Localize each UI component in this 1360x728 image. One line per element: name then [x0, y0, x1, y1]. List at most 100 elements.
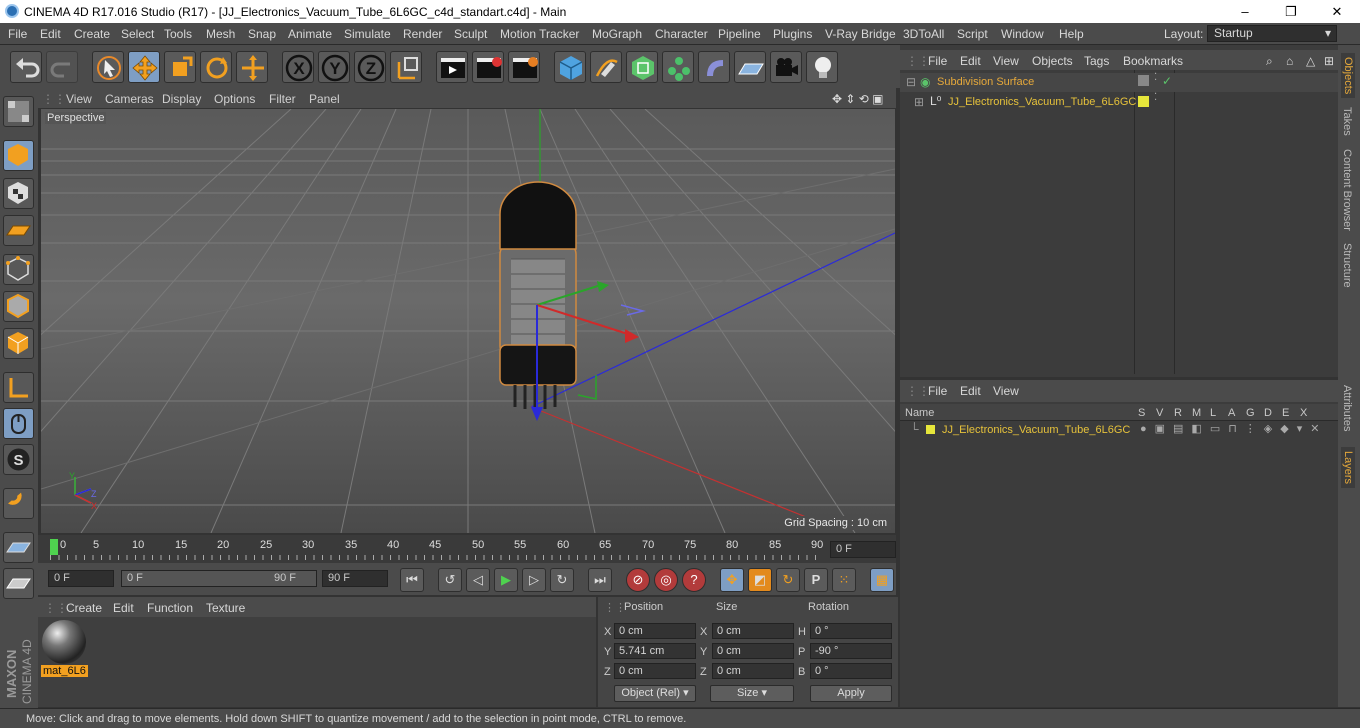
col-g[interactable]: G	[1246, 407, 1255, 419]
size-y-field[interactable]: 0 cm	[712, 643, 794, 659]
objects-menu-tags[interactable]: Tags	[1084, 54, 1109, 68]
layer-color-swatch[interactable]	[926, 425, 935, 434]
light-button[interactable]	[806, 51, 838, 83]
timeline-ruler[interactable]: 0 5 10 15 20 25 30 35 40 45 50 55 60 65 …	[38, 535, 896, 563]
menu-select[interactable]: Select	[121, 27, 154, 41]
pen-spline-button[interactable]	[590, 51, 622, 83]
object-row[interactable]: ⊟ ◉ Subdivision Surface ⁚ ✓	[900, 72, 1338, 92]
layout-dropdown[interactable]: Startup ▾	[1207, 25, 1337, 42]
layer-color-swatch[interactable]	[1138, 96, 1149, 107]
maximize-button[interactable]: ❐	[1268, 0, 1314, 23]
next-key-button[interactable]: ↻	[550, 568, 574, 592]
coordinate-system-button[interactable]	[390, 51, 422, 83]
size-mode-dropdown[interactable]: Size ▾	[710, 685, 794, 702]
x-axis-lock-button[interactable]: X	[282, 51, 314, 83]
workplane-mode-button[interactable]	[3, 215, 34, 246]
cube-object-button[interactable]	[554, 51, 586, 83]
rotation-b-field[interactable]: 0 °	[810, 663, 892, 679]
size-z-field[interactable]: 0 cm	[712, 663, 794, 679]
home-icon[interactable]: ⌂	[1286, 54, 1293, 68]
texture-mode-button[interactable]	[3, 178, 34, 209]
menu-window[interactable]: Window	[1001, 27, 1044, 41]
menu-pipeline[interactable]: Pipeline	[718, 27, 761, 41]
menu-sculpt[interactable]: Sculpt	[454, 27, 487, 41]
material-menu-texture[interactable]: Texture	[206, 601, 245, 615]
autokey-button[interactable]: ◎	[654, 568, 678, 592]
subdivision-button[interactable]	[626, 51, 658, 83]
layers-menu-file[interactable]: File	[928, 384, 947, 398]
menu-create[interactable]: Create	[74, 27, 110, 41]
object-row[interactable]: ⊞ L⁰ JJ_Electronics_Vacuum_Tube_6L6GC ⁚	[900, 92, 1338, 112]
deformer-button[interactable]	[698, 51, 730, 83]
menu-plugins[interactable]: Plugins	[773, 27, 812, 41]
redo-button[interactable]	[46, 51, 78, 83]
position-x-field[interactable]: 0 cm	[614, 623, 696, 639]
timeline-window-button[interactable]: ▦	[870, 568, 894, 592]
apply-button[interactable]: Apply	[810, 685, 892, 702]
menu-edit[interactable]: Edit	[40, 27, 61, 41]
col-x[interactable]: X	[1300, 407, 1307, 419]
snap-button[interactable]	[3, 488, 34, 519]
frame-range-slider[interactable]: 0 F 90 F	[121, 570, 317, 587]
live-selection-button[interactable]	[92, 51, 124, 83]
rotation-h-field[interactable]: 0 °	[810, 623, 892, 639]
tweak-mode-button[interactable]	[3, 408, 34, 439]
viewport-menu-panel[interactable]: Panel	[309, 92, 340, 106]
menu-motion-tracker[interactable]: Motion Tracker	[500, 27, 579, 41]
perspective-viewport[interactable]: Y Z X Perspective Grid Spacing : 10 cm	[41, 109, 895, 533]
up-icon[interactable]: △	[1306, 54, 1315, 68]
axis-mode-button[interactable]	[3, 372, 34, 403]
viewport-navigate-icons[interactable]: ✥ ⇕ ⟲ ▣	[832, 92, 884, 106]
material-name[interactable]: mat_6L6	[41, 665, 88, 677]
coordinate-mode-dropdown[interactable]: Object (Rel) ▾	[614, 685, 696, 702]
visibility-dots[interactable]: ⁚	[1154, 92, 1157, 103]
tab-content-browser[interactable]: Content Browser	[1341, 149, 1353, 231]
start-frame-field[interactable]: 0 F	[48, 570, 114, 587]
menu-character[interactable]: Character	[655, 27, 708, 41]
menu-render[interactable]: Render	[403, 27, 442, 41]
mograph-cloner-button[interactable]	[662, 51, 694, 83]
render-settings-button[interactable]	[508, 51, 540, 83]
col-a[interactable]: A	[1228, 407, 1235, 419]
material-menu-function[interactable]: Function	[147, 601, 193, 615]
camera-button[interactable]	[770, 51, 802, 83]
tab-objects[interactable]: Objects	[1341, 53, 1355, 99]
objects-menu-bookmarks[interactable]: Bookmarks	[1123, 54, 1183, 68]
goto-end-button[interactable]: ⏭	[588, 568, 612, 592]
close-button[interactable]: ✕	[1314, 0, 1360, 23]
position-z-field[interactable]: 0 cm	[614, 663, 696, 679]
menu-script[interactable]: Script	[957, 27, 988, 41]
layer-tag[interactable]	[1138, 75, 1149, 86]
material-menu-edit[interactable]: Edit	[113, 601, 134, 615]
floor-button[interactable]	[734, 51, 766, 83]
col-d[interactable]: D	[1264, 407, 1272, 419]
tab-takes[interactable]: Takes	[1341, 107, 1353, 136]
size-x-field[interactable]: 0 cm	[712, 623, 794, 639]
render-picture-viewer-button[interactable]	[472, 51, 504, 83]
col-l[interactable]: L	[1210, 407, 1216, 419]
move-tool-button[interactable]	[128, 51, 160, 83]
menu-3dtoall[interactable]: 3DToAll	[903, 27, 944, 41]
menu-mesh[interactable]: Mesh	[206, 27, 235, 41]
rotation-p-field[interactable]: -90 °	[810, 643, 892, 659]
objects-menu-edit[interactable]: Edit	[960, 54, 981, 68]
model-mode-button[interactable]	[3, 140, 34, 171]
enabled-check-icon[interactable]: ✓	[1162, 74, 1172, 88]
next-frame-button[interactable]: ▷	[522, 568, 546, 592]
y-axis-lock-button[interactable]: Y	[318, 51, 350, 83]
search-icon[interactable]: ⌕	[1266, 54, 1273, 69]
menu-snap[interactable]: Snap	[248, 27, 276, 41]
layer-toggle-icons[interactable]: ●▣▤◧▭⊓⋮◈◆▾✕	[1140, 422, 1327, 435]
visibility-dots[interactable]: ⁚	[1154, 72, 1157, 83]
goto-start-button[interactable]: ⏮	[400, 568, 424, 592]
position-y-field[interactable]: 5.741 cm	[614, 643, 696, 659]
z-axis-lock-button[interactable]: Z	[354, 51, 386, 83]
polygons-mode-button[interactable]	[3, 328, 34, 359]
col-v[interactable]: V	[1156, 407, 1163, 419]
viewport-menu-cameras[interactable]: Cameras	[105, 92, 154, 106]
menu-mograph[interactable]: MoGraph	[592, 27, 642, 41]
solo-mode-button[interactable]: S	[3, 444, 34, 475]
objects-menu-view[interactable]: View	[993, 54, 1019, 68]
prev-frame-button[interactable]: ◁	[466, 568, 490, 592]
viewport-menu-display[interactable]: Display	[162, 92, 201, 106]
